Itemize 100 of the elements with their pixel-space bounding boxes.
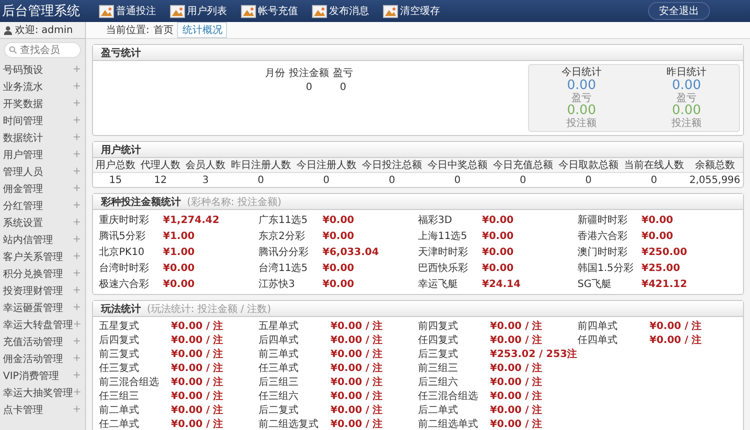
bet-amount: ¥1,274.42 bbox=[163, 214, 220, 226]
panel-title: 彩种投注金额统计 bbox=[101, 195, 181, 208]
sidebar-item[interactable]: 开奖数据 + bbox=[0, 95, 85, 112]
sidebar-item[interactable]: 系统设置 + bbox=[0, 214, 85, 231]
bet-amount: ¥0.00 / 注 bbox=[171, 319, 224, 333]
search-field[interactable]: 查找会员 bbox=[4, 42, 81, 58]
nav-link[interactable]: 发布消息 bbox=[312, 4, 369, 18]
bet-label: 投注额 bbox=[566, 118, 596, 129]
column-header: 今日中奖总额 bbox=[424, 158, 490, 172]
table-cell: 0 bbox=[556, 172, 622, 187]
bet-amount: ¥0.00 / 注 bbox=[330, 403, 383, 417]
lottery-name: 巴西快乐彩 bbox=[418, 262, 469, 275]
bet-amount: ¥0.00 bbox=[322, 214, 354, 226]
bet-amount: ¥253.02 / 253注 bbox=[490, 347, 578, 361]
bet-amount: ¥0.00 / 注 bbox=[490, 417, 542, 430]
bet-amount: ¥0.00 / 注 bbox=[490, 361, 542, 375]
bet-amount: ¥0.00 / 注 bbox=[650, 333, 702, 347]
column-header: 昨日注册人数 bbox=[228, 158, 294, 172]
bet-amount: ¥6,033.04 bbox=[322, 246, 379, 258]
play-name: 任四单式 bbox=[578, 334, 618, 347]
sidebar-item[interactable]: 站内信管理 + bbox=[0, 231, 85, 248]
sidebar-item[interactable]: 时间管理 + bbox=[0, 112, 85, 129]
bet-amount: ¥0.00 / 注 bbox=[171, 375, 224, 389]
bet-amount: ¥0.00 bbox=[163, 278, 195, 290]
bet-amount: ¥0.00 / 注 bbox=[171, 333, 224, 347]
lottery-name: 广东11选5 bbox=[258, 214, 309, 227]
column-header: 当前在线人数 bbox=[621, 158, 687, 172]
table-cell-text: 0 bbox=[338, 81, 348, 94]
play-name: 后二单式 bbox=[418, 404, 459, 417]
table-cell: 12 bbox=[138, 172, 184, 187]
bet-amount: ¥25.00 bbox=[642, 262, 680, 274]
play-name: 后三复式 bbox=[418, 348, 459, 361]
bet-amount: ¥0.00 bbox=[482, 246, 514, 258]
sidebar-item[interactable]: 佣金活动管理 + bbox=[0, 350, 85, 367]
summary-heading: 昨日统计 bbox=[666, 66, 706, 79]
sidebar-item[interactable]: 数据统计 + bbox=[0, 129, 85, 146]
bet-amount: ¥24.14 bbox=[482, 278, 521, 290]
lottery-name: SG飞艇 bbox=[578, 278, 613, 291]
sidebar-item[interactable]: 业务流水 + bbox=[0, 78, 85, 95]
bet-amount: ¥0.00 / 注 bbox=[171, 417, 224, 430]
sidebar-item[interactable]: 客户关系管理 + bbox=[0, 248, 85, 265]
sidebar-item[interactable]: 积分兑换管理 + bbox=[0, 265, 85, 282]
sidebar-item[interactable]: 佣金管理 + bbox=[0, 180, 85, 197]
breadcrumb-tab[interactable]: 统计概况 bbox=[177, 22, 228, 38]
play-name: 前四单式 bbox=[578, 320, 618, 333]
sidebar-item[interactable]: 用户管理 + bbox=[0, 146, 85, 163]
nav-link[interactable]: 清空缓存 bbox=[383, 4, 440, 18]
table-cell: 0 bbox=[424, 172, 490, 187]
bet-label: 投注额 bbox=[672, 118, 702, 129]
image-icon bbox=[383, 4, 398, 18]
sidebar-item[interactable]: 点卡管理 + bbox=[0, 401, 85, 418]
app-title: 后台管理系统 bbox=[1, 3, 81, 20]
lottery-name: 北京PK10 bbox=[99, 246, 146, 259]
profit-label: 盈亏 bbox=[572, 93, 592, 104]
lottery-name: 台湾11选5 bbox=[258, 262, 309, 275]
nav-link[interactable]: 普通投注 bbox=[99, 4, 156, 18]
table-cell: 0 bbox=[294, 172, 360, 187]
lottery-name: 极速六合彩 bbox=[99, 278, 150, 291]
play-name: 前三混合组选 bbox=[99, 376, 160, 389]
bet-amount: ¥0.00 / 注 bbox=[330, 389, 383, 403]
lottery-name: 腾讯5分彩 bbox=[99, 230, 146, 243]
sidebar-item[interactable]: 充值活动管理 + bbox=[0, 333, 85, 350]
sidebar-item[interactable]: 幸运砸蛋管理 + bbox=[0, 299, 85, 316]
panel-subtitle: (玩法统计: 投注金额 / 注数) bbox=[147, 302, 272, 316]
play-name: 任三复式 bbox=[99, 362, 140, 375]
lottery-name: 江苏快3 bbox=[258, 278, 296, 291]
bet-amount: ¥421.12 bbox=[642, 278, 688, 290]
sidebar-item[interactable]: 管理人员 + bbox=[0, 163, 85, 180]
sidebar-item[interactable]: 投资理财管理 + bbox=[0, 282, 85, 299]
sidebar-item[interactable]: 分红管理 + bbox=[0, 197, 85, 214]
sidebar-item[interactable]: 号码预设 + bbox=[0, 61, 85, 78]
bet-value: 0.00 bbox=[567, 104, 596, 118]
sidebar-item[interactable]: VIP消费管理 + bbox=[0, 367, 85, 384]
bet-amount: ¥0.00 / 注 bbox=[490, 333, 542, 347]
column-header: 盈亏 bbox=[332, 67, 354, 81]
image-icon bbox=[170, 4, 185, 18]
column-header: 今日投注总额 bbox=[359, 158, 425, 172]
column-header: 今日取款总额 bbox=[556, 158, 622, 172]
welcome-text: 欢迎: admin bbox=[15, 24, 73, 37]
play-name: 前三单式 bbox=[258, 348, 300, 361]
breadcrumb-link[interactable]: 首页 bbox=[153, 23, 174, 37]
lottery-name: 东京2分彩 bbox=[258, 230, 306, 243]
sidebar-item[interactable]: 幸运大抽奖管理+ bbox=[0, 384, 85, 401]
nav-link[interactable]: 帐号充值 bbox=[241, 4, 298, 18]
play-name: 任三组六 bbox=[258, 390, 300, 403]
play-name: 前三组三 bbox=[418, 362, 459, 375]
lottery-name: 澳门时时彩 bbox=[578, 246, 628, 259]
play-name: 五星复式 bbox=[99, 320, 140, 333]
bet-amount: ¥0.00 / 注 bbox=[490, 375, 542, 389]
nav-link[interactable]: 用户列表 bbox=[170, 4, 227, 18]
lottery-name: 天津时时彩 bbox=[418, 246, 469, 259]
user-icon bbox=[4, 26, 12, 34]
play-name: 任三单式 bbox=[258, 362, 300, 375]
column-header: 投注金额 bbox=[288, 66, 330, 81]
sidebar-item[interactable]: 幸运大转盘管理+ bbox=[0, 316, 85, 333]
logout-button[interactable]: 安全退出 bbox=[648, 2, 710, 20]
bet-amount: ¥0.00 / 注 bbox=[171, 347, 224, 361]
play-name: 前二组选单式 bbox=[418, 418, 479, 430]
play-name: 前二组选复式 bbox=[258, 418, 320, 430]
lottery-name: 韩国1.5分彩 bbox=[578, 262, 634, 275]
